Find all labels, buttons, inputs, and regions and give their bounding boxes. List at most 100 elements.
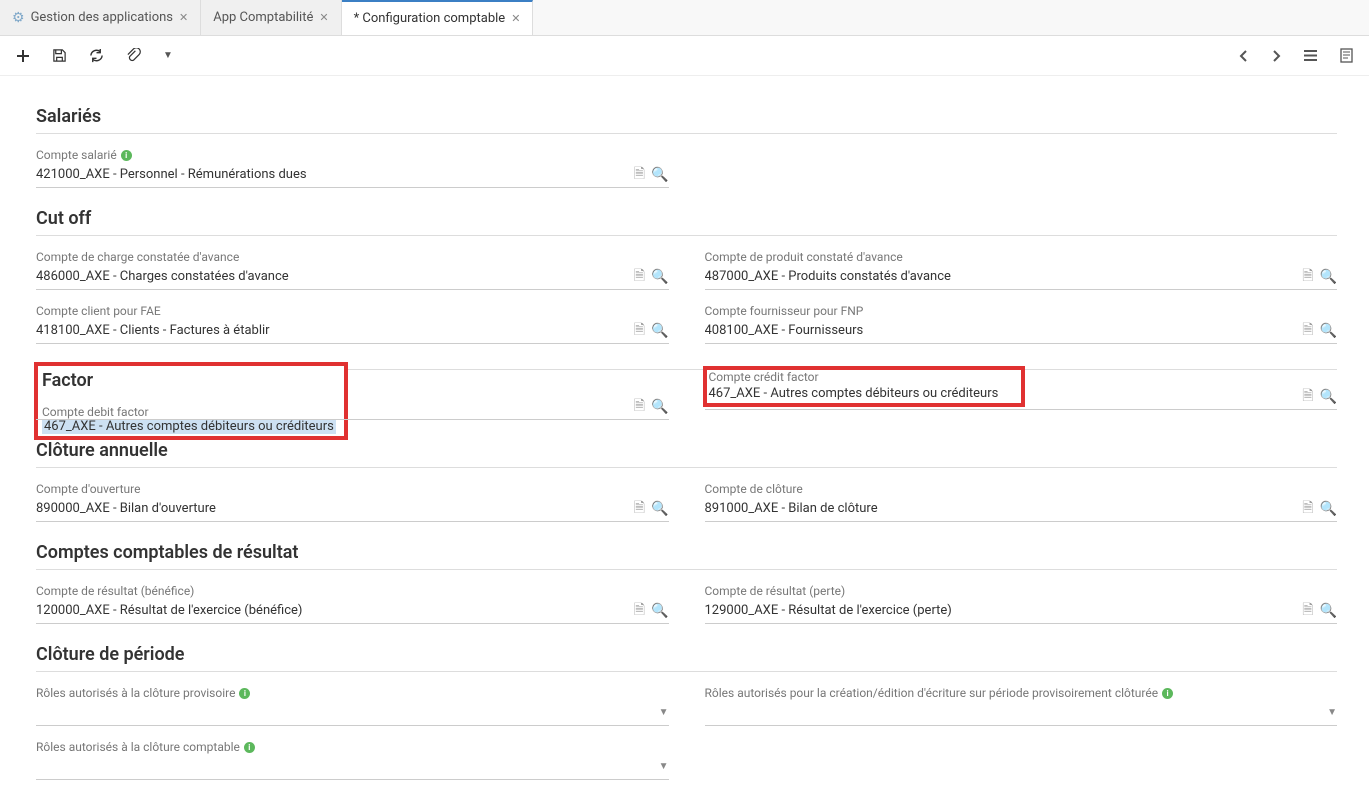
attachment-button[interactable] [126,48,141,63]
field-value: 891000_AXE - Bilan de clôture [705,501,1297,516]
add-button[interactable] [16,49,30,63]
field-produit-avance: Compte de produit constaté d'avance 4870… [705,250,1338,290]
dropdown-input[interactable]: ▼ [36,700,669,726]
document-icon[interactable]: 🗎 [1302,599,1313,623]
lookup-input[interactable]: 486000_AXE - Charges constatées d'avance… [36,264,669,290]
field-value: 421000_AXE - Personnel - Rémunérations d… [36,167,628,182]
info-icon[interactable]: i [239,688,250,699]
field-fournisseur-fnp: Compte fournisseur pour FNP 408100_AXE -… [705,304,1338,344]
section-title: Clôture annuelle [36,440,1337,468]
field-label-text: Compte salarié [36,148,117,162]
info-icon[interactable]: i [244,742,255,753]
field-value: 467_AXE - Autres comptes débiteurs ou cr… [42,419,336,434]
form-content: Salariés Compte salarié i 421000_AXE - P… [0,76,1369,810]
field-label-text: Rôles autorisés à la clôture comptable [36,740,240,754]
document-icon[interactable]: 🗎 [634,497,645,521]
dropdown-input[interactable]: ▼ [705,700,1338,726]
lookup-input[interactable]: 408100_AXE - Fournisseurs 🗎 🔍 [705,318,1338,344]
field-value: 418100_AXE - Clients - Factures à établi… [36,323,628,338]
chevron-down-icon[interactable]: ▼ [1327,707,1337,718]
tab-configuration-comptable[interactable]: * Configuration comptable ✕ [342,0,534,35]
lookup-input[interactable]: 890000_AXE - Bilan d'ouverture 🗎 🔍 [36,496,669,522]
refresh-button[interactable] [89,48,104,63]
close-icon[interactable]: ✕ [179,11,188,24]
document-icon[interactable]: 🗎 [1302,265,1313,289]
document-icon[interactable]: 🗎 [634,163,645,187]
search-icon[interactable]: 🔍 [1320,323,1337,339]
field-value: 120000_AXE - Résultat de l'exercice (bén… [36,603,628,618]
search-icon[interactable]: 🔍 [651,603,668,619]
field-label-text: Compte crédit factor [709,370,819,384]
field-value: 408100_AXE - Fournisseurs [705,323,1297,338]
field-label-text: Rôles autorisés à la clôture provisoire [36,686,235,700]
section-cloture-periode: Clôture de période Rôles autorisés à la … [36,644,1337,780]
document-icon[interactable]: 🗎 [1302,385,1313,409]
section-title: Cut off [36,208,1337,236]
close-icon[interactable]: ✕ [511,12,520,25]
search-icon[interactable]: 🔍 [651,323,668,339]
info-icon[interactable]: i [121,150,132,161]
next-button[interactable] [1271,49,1281,63]
search-icon[interactable]: 🔍 [1320,501,1337,517]
list-view-button[interactable] [1303,49,1318,62]
field-value: 467_AXE - Autres comptes débiteurs ou cr… [709,386,999,401]
document-icon[interactable]: 🗎 [634,319,645,343]
lookup-input[interactable]: x 🗎 🔍 [36,394,669,420]
field-compte-ouverture: Compte d'ouverture 890000_AXE - Bilan d'… [36,482,669,522]
section-title: Comptes comptables de résultat [36,542,1337,570]
field-value: 890000_AXE - Bilan d'ouverture [36,501,628,516]
dropdown-input[interactable]: ▼ [36,754,669,780]
more-dropdown[interactable]: ▼ [163,50,173,61]
field-label-text: Compte d'ouverture [36,482,140,496]
document-icon[interactable]: 🗎 [634,265,645,289]
document-icon[interactable]: 🗎 [1302,497,1313,521]
search-icon[interactable]: 🔍 [651,167,668,183]
field-label-text: Compte fournisseur pour FNP [705,304,864,318]
document-icon[interactable]: 🗎 [634,599,645,623]
field-compte-cloture: Compte de clôture 891000_AXE - Bilan de … [705,482,1338,522]
toolbar: ▼ [0,36,1369,76]
lookup-input[interactable]: 120000_AXE - Résultat de l'exercice (bén… [36,598,669,624]
section-title: Clôture de période [36,644,1337,672]
search-icon[interactable]: 🔍 [1320,603,1337,619]
field-debit-factor: x 🗎 🔍 [36,394,669,420]
field-client-fae: Compte client pour FAE 418100_AXE - Clie… [36,304,669,344]
field-compte-salarie: Compte salarié i 421000_AXE - Personnel … [36,148,669,188]
tab-gestion-applications[interactable]: ⚙ Gestion des applications ✕ [0,0,201,35]
section-salaries: Salariés Compte salarié i 421000_AXE - P… [36,106,1337,188]
lookup-input[interactable]: 129000_AXE - Résultat de l'exercice (per… [705,598,1338,624]
prev-button[interactable] [1239,49,1249,63]
chevron-down-icon[interactable]: ▼ [659,761,669,772]
search-icon[interactable]: 🔍 [1320,269,1337,285]
lookup-input[interactable]: 487000_AXE - Produits constatés d'avance… [705,264,1338,290]
section-cloture-annuelle: Clôture annuelle Compte d'ouverture 8900… [36,440,1337,522]
tab-app-comptabilite[interactable]: App Comptabilité ✕ [201,0,341,35]
field-label-text: Compte de charge constatée d'avance [36,250,239,264]
lookup-input[interactable]: 418100_AXE - Clients - Factures à établi… [36,318,669,344]
gear-icon: ⚙ [12,10,25,26]
chevron-down-icon[interactable]: ▼ [659,707,669,718]
document-icon[interactable]: 🗎 [1302,319,1313,343]
field-value: 129000_AXE - Résultat de l'exercice (per… [705,603,1297,618]
field-label-text: Compte de résultat (bénéfice) [36,584,194,598]
save-button[interactable] [52,48,67,63]
detail-view-button[interactable] [1340,48,1353,63]
search-icon[interactable]: 🔍 [651,501,668,517]
tab-label: * Configuration comptable [354,11,506,26]
field-resultat-benefice: Compte de résultat (bénéfice) 120000_AXE… [36,584,669,624]
field-roles-provisoire: Rôles autorisés à la clôture provisoire … [36,686,669,726]
info-icon[interactable]: i [1162,688,1173,699]
lookup-input[interactable]: 421000_AXE - Personnel - Rémunérations d… [36,162,669,188]
section-factor: Factor Compte debit factor 467_AXE - Aut… [36,364,1337,420]
search-icon[interactable]: 🔍 [1320,389,1337,405]
section-resultat: Comptes comptables de résultat Compte de… [36,542,1337,624]
field-label-text: Rôles autorisés pour la création/édition… [705,686,1159,700]
field-value: 486000_AXE - Charges constatées d'avance [36,269,628,284]
search-icon[interactable]: 🔍 [651,399,668,415]
field-credit-factor: Compte crédit factor 467_AXE - Autres co… [705,394,1338,420]
search-icon[interactable]: 🔍 [651,269,668,285]
document-icon[interactable]: 🗎 [634,395,645,419]
lookup-input[interactable]: 891000_AXE - Bilan de clôture 🗎 🔍 [705,496,1338,522]
field-charge-avance: Compte de charge constatée d'avance 4860… [36,250,669,290]
close-icon[interactable]: ✕ [319,11,328,24]
